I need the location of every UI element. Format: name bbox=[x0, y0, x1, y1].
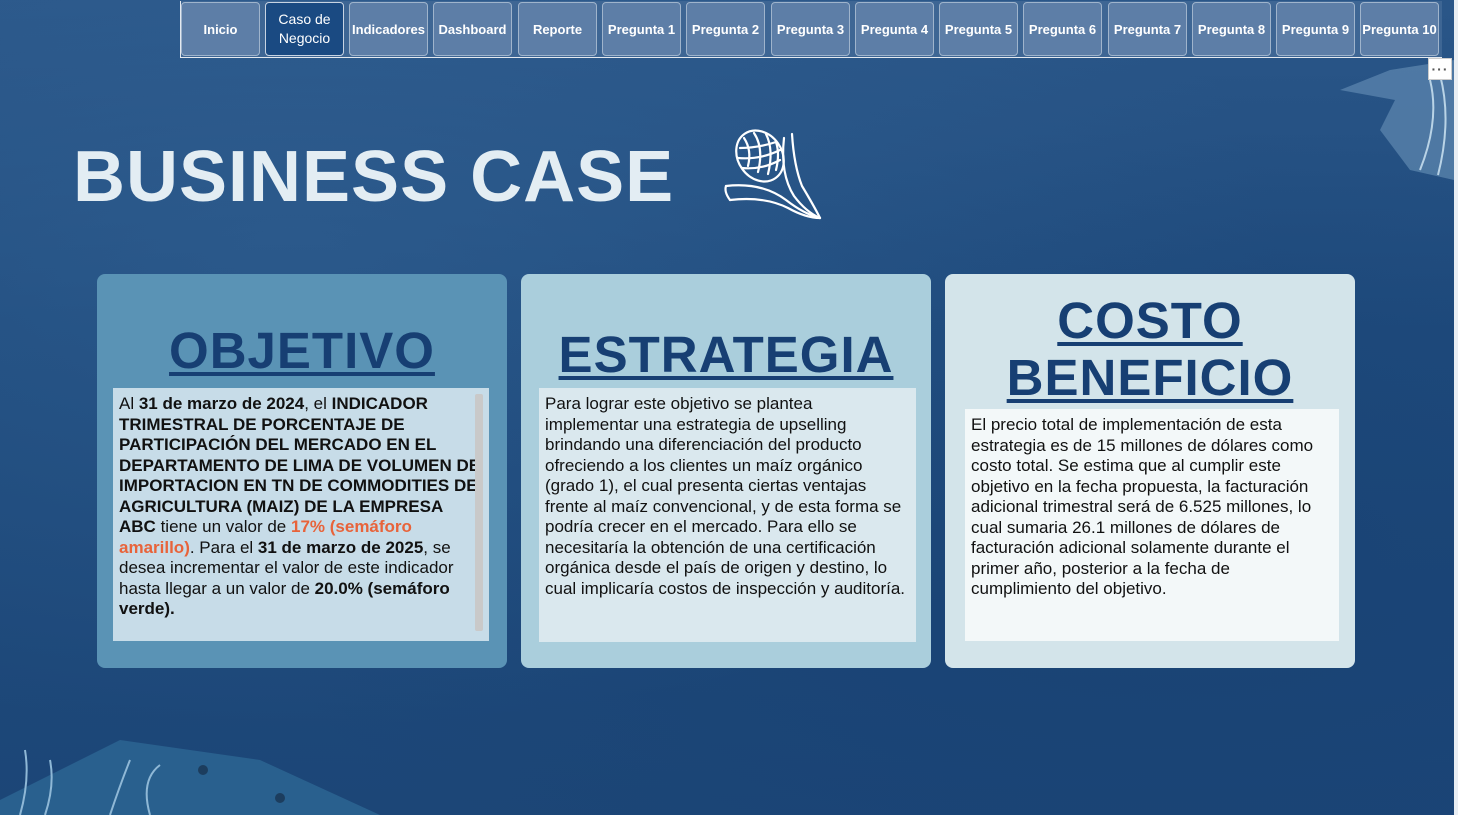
nav-button-pregunta-1[interactable]: Pregunta 1 bbox=[602, 2, 681, 56]
page-navigation-bar: Inicio Caso de Negocio Indicadores Dashb… bbox=[180, 1, 1442, 58]
decorative-wheat-shape bbox=[0, 740, 380, 815]
costo-beneficio-text: El precio total de implementación de est… bbox=[965, 409, 1339, 641]
costo-beneficio-heading: COSTO BENEFICIO bbox=[1006, 292, 1294, 406]
nav-button-caso-de-negocio[interactable]: Caso de Negocio bbox=[265, 2, 344, 56]
nav-button-pregunta-7[interactable]: Pregunta 7 bbox=[1108, 2, 1187, 56]
nav-button-inicio[interactable]: Inicio bbox=[181, 2, 260, 56]
nav-button-pregunta-6[interactable]: Pregunta 6 bbox=[1023, 2, 1102, 56]
page-title: BUSINESS CASE bbox=[73, 137, 675, 217]
costo-beneficio-card: COSTO BENEFICIO El precio total de implem… bbox=[945, 274, 1355, 668]
objetivo-text[interactable]: Al 31 de marzo de 2024, el INDICADOR TRI… bbox=[113, 388, 489, 641]
nav-button-pregunta-9[interactable]: Pregunta 9 bbox=[1276, 2, 1355, 56]
nav-button-pregunta-4[interactable]: Pregunta 4 bbox=[855, 2, 934, 56]
window-edge bbox=[1454, 0, 1458, 815]
nav-button-indicadores[interactable]: Indicadores bbox=[349, 2, 428, 56]
corn-icon bbox=[724, 129, 822, 220]
nav-button-dashboard[interactable]: Dashboard bbox=[433, 2, 512, 56]
nav-button-pregunta-2[interactable]: Pregunta 2 bbox=[686, 2, 765, 56]
nav-button-reporte[interactable]: Reporte bbox=[518, 2, 597, 56]
estrategia-text: Para lograr este objetivo se plantea imp… bbox=[539, 388, 916, 642]
objetivo-heading: OBJETIVO bbox=[169, 322, 435, 379]
nav-button-pregunta-8[interactable]: Pregunta 8 bbox=[1192, 2, 1271, 56]
estrategia-heading: ESTRATEGIA bbox=[558, 326, 894, 383]
estrategia-card: ESTRATEGIA Para lograr este objetivo se … bbox=[521, 274, 931, 668]
objetivo-card: OBJETIVO Al 31 de marzo de 2024, el INDI… bbox=[97, 274, 507, 668]
nav-button-pregunta-5[interactable]: Pregunta 5 bbox=[939, 2, 1018, 56]
nav-button-pregunta-10[interactable]: Pregunta 10 bbox=[1360, 2, 1439, 56]
nav-button-pregunta-3[interactable]: Pregunta 3 bbox=[771, 2, 850, 56]
more-options-button[interactable]: ··· bbox=[1428, 58, 1452, 80]
objetivo-scrollbar[interactable] bbox=[475, 394, 483, 631]
